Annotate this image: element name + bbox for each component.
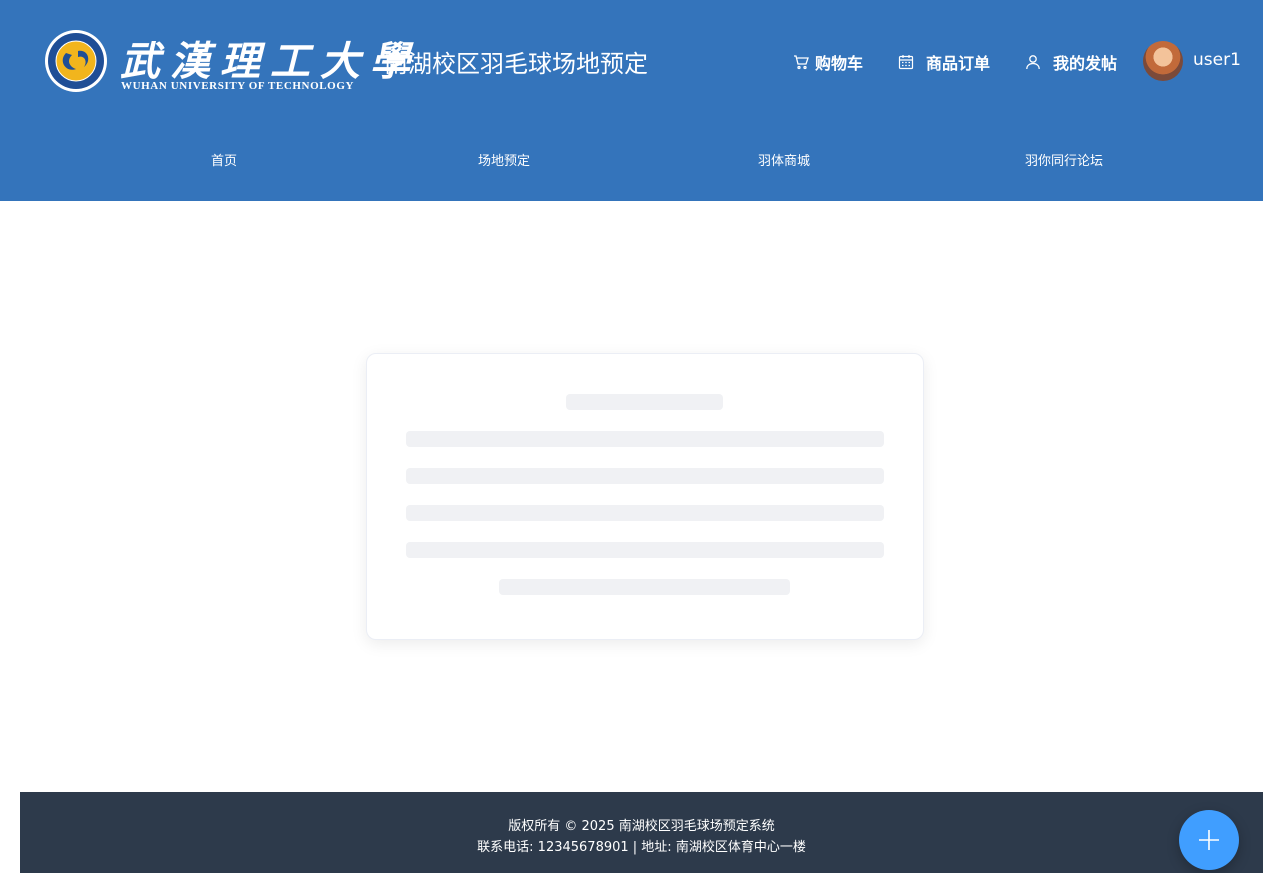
cart-link-label: 购物车 [815,54,864,73]
my-posts-link-label: 我的发帖 [1053,54,1118,73]
university-seal-icon [45,30,107,92]
username[interactable]: user1 [1193,50,1241,70]
skeleton-title [566,394,723,410]
calendar-icon [898,55,914,70]
site-header: 武漢理工大學 WUHAN UNIVERSITY OF TECHNOLOGY 南湖… [0,0,1263,201]
university-logo[interactable]: 武漢理工大學 WUHAN UNIVERSITY OF TECHNOLOGY [44,29,410,95]
main-nav: 首页 场地预定 羽体商城 羽你同行论坛 [0,140,1263,180]
plus-icon [1199,830,1219,850]
skeleton-button [499,579,790,595]
loading-skeleton-card [366,353,924,640]
user-icon [1026,55,1040,70]
skeleton-line [406,431,884,447]
footer-copyright: 版权所有 © 2025 南湖校区羽毛球场预定系统 [508,819,775,834]
nav-item-court-booking[interactable]: 场地预定 [478,150,530,169]
footer-contact: 联系电话: 12345678901 | 地址: 南湖校区体育中心一楼 [477,840,806,855]
site-footer: 版权所有 © 2025 南湖校区羽毛球场预定系统 联系电话: 123456789… [20,792,1263,873]
site-title: 南湖校区羽毛球场地预定 [384,50,648,78]
skeleton-line [406,505,884,521]
logo-english-name: WUHAN UNIVERSITY OF TECHNOLOGY [121,80,355,92]
orders-link-label: 商品订单 [926,54,991,73]
logo-chinese-name: 武漢理工大學 [120,38,420,85]
my-posts-link[interactable]: 我的发帖 [1025,50,1117,74]
nav-item-forum[interactable]: 羽你同行论坛 [1025,150,1103,169]
cart-icon [794,55,809,70]
nav-item-home[interactable]: 首页 [211,150,237,169]
add-fab-button[interactable] [1179,810,1239,870]
cart-link[interactable]: 购物车 [793,50,863,74]
orders-link[interactable]: 商品订单 [898,50,990,74]
nav-item-shop[interactable]: 羽体商城 [758,150,810,169]
skeleton-line [406,468,884,484]
avatar[interactable] [1143,41,1183,81]
skeleton-line [406,542,884,558]
